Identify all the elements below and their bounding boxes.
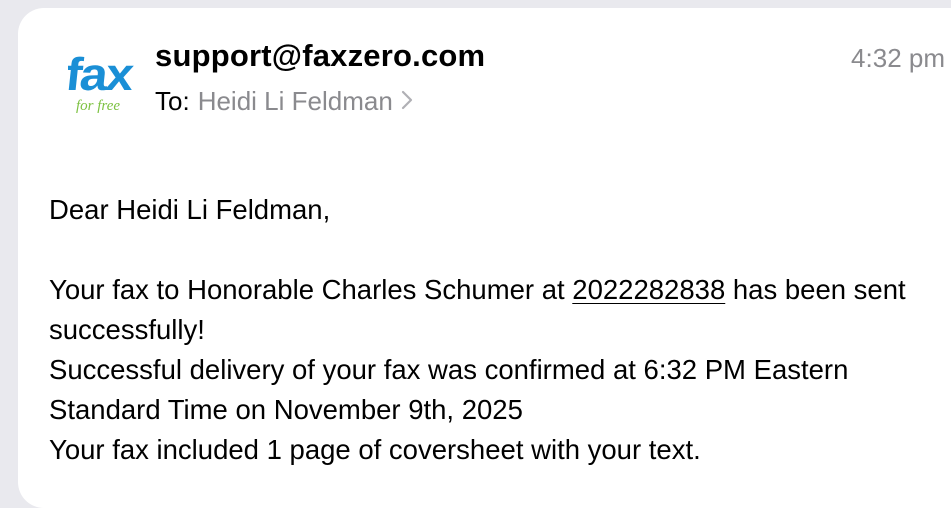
phone-number-link[interactable]: 2022282838 [572,274,725,305]
body-line-1-prefix: Your fax to Honorable Charles Schumer at [49,274,573,305]
logo-main-text: fax [68,48,137,100]
body-line-2: Successful delivery of your fax was conf… [49,354,849,425]
to-label: To: [155,86,190,116]
logo-sub-text: for free [76,98,120,114]
greeting: Dear Heidi Li Feldman, [49,194,331,225]
timestamp: 4:32 pm [851,43,945,73]
recipient-line[interactable]: To: Heidi Li Feldman [155,86,413,117]
recipient-name[interactable]: Heidi Li Feldman [198,86,393,117]
email-body: Dear Heidi Li Feldman, Your fax to Honor… [49,190,929,470]
faxzero-logo-icon: fax for free [68,48,137,114]
body-line-3: Your fax included 1 page of coversheet w… [49,434,701,465]
body-line-1: Your fax to Honorable Charles Schumer at… [49,270,929,350]
sender-address[interactable]: support@faxzero.com [155,38,485,74]
chevron-right-icon[interactable] [401,86,413,117]
